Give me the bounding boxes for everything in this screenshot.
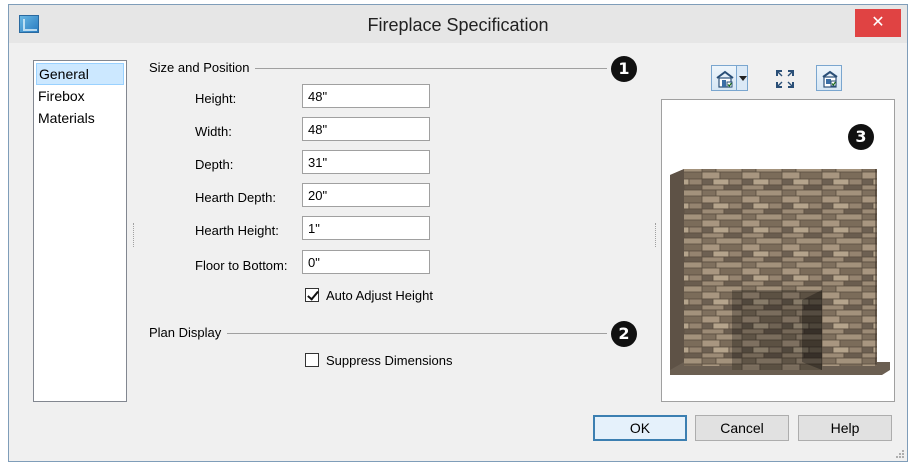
height-field[interactable] xyxy=(302,84,430,108)
width-label: Width: xyxy=(195,124,232,139)
floor-to-bottom-label: Floor to Bottom: xyxy=(195,258,288,273)
hearth-depth-field[interactable] xyxy=(302,183,430,207)
auto-adjust-height-label[interactable]: Auto Adjust Height xyxy=(326,288,433,303)
depth-field[interactable] xyxy=(302,150,430,174)
dialog-window: Fireplace Specification ✕ General Firebo… xyxy=(8,4,908,462)
view-mode-icon xyxy=(716,70,734,88)
auto-adjust-height-checkbox[interactable] xyxy=(305,288,319,302)
nav-item-firebox[interactable]: Firebox xyxy=(34,85,126,107)
callout-1: 1 xyxy=(611,56,637,82)
preview-pane[interactable]: 3 xyxy=(661,99,895,402)
category-list: General Firebox Materials xyxy=(33,60,127,402)
nav-item-general[interactable]: General xyxy=(36,63,124,85)
view-mode-button[interactable] xyxy=(711,65,737,91)
hearth-height-label: Hearth Height: xyxy=(195,223,279,238)
suppress-dimensions-label[interactable]: Suppress Dimensions xyxy=(326,353,452,368)
right-splitter[interactable] xyxy=(655,223,657,247)
height-label: Height: xyxy=(195,91,237,106)
width-field[interactable] xyxy=(302,117,430,141)
resize-grip-icon[interactable] xyxy=(895,449,905,459)
help-button[interactable]: Help xyxy=(798,415,892,441)
plan-display-heading: Plan Display xyxy=(149,325,228,340)
close-button[interactable]: ✕ xyxy=(855,9,901,37)
cancel-button[interactable]: Cancel xyxy=(695,415,789,441)
fit-view-icon xyxy=(776,70,794,88)
camera-view-icon xyxy=(822,70,838,88)
title-bar[interactable]: Fireplace Specification ✕ xyxy=(9,5,907,43)
camera-view-button[interactable] xyxy=(816,65,842,91)
size-position-heading: Size and Position xyxy=(149,60,256,75)
floor-to-bottom-field[interactable] xyxy=(302,250,430,274)
ok-button[interactable]: OK xyxy=(593,415,687,441)
suppress-dimensions-checkbox[interactable] xyxy=(305,353,319,367)
callout-2: 2 xyxy=(611,321,637,347)
callout-3: 3 xyxy=(848,124,874,150)
depth-label: Depth: xyxy=(195,157,234,172)
left-splitter[interactable] xyxy=(133,223,135,247)
hearth-depth-label: Hearth Depth: xyxy=(195,190,276,205)
nav-item-materials[interactable]: Materials xyxy=(34,107,126,129)
fill-window-button[interactable] xyxy=(771,65,797,91)
dialog-title: Fireplace Specification xyxy=(367,15,549,35)
view-mode-dropdown[interactable] xyxy=(736,65,748,91)
hearth-height-field[interactable] xyxy=(302,216,430,240)
